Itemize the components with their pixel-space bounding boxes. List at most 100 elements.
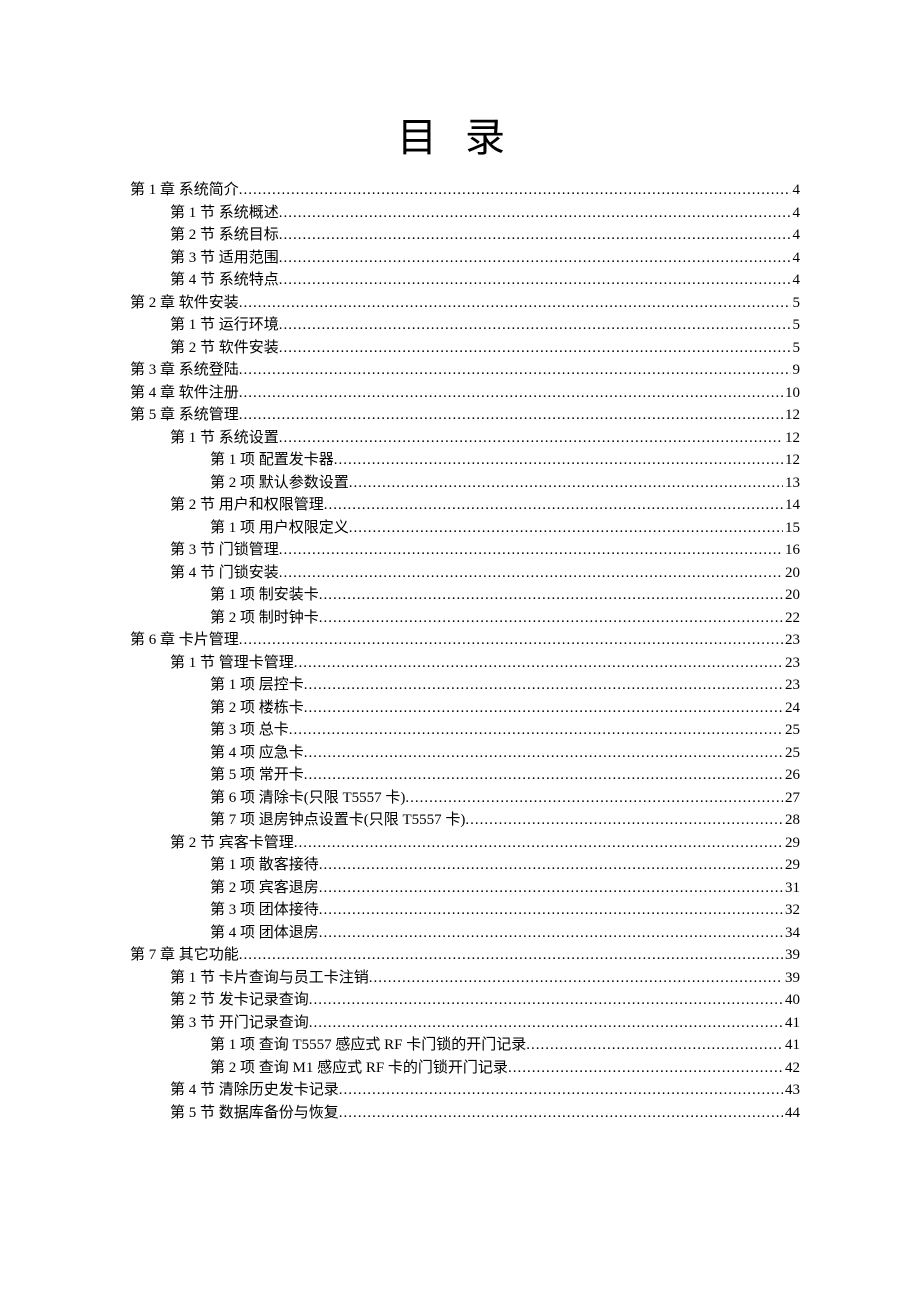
toc-entry: 第 4 项 应急卡25 — [130, 742, 800, 765]
toc-entry-page: 23 — [783, 629, 800, 652]
toc-entry-page: 27 — [783, 787, 800, 810]
toc-leader — [279, 562, 783, 585]
toc-entry-label: 第 1 项 用户权限定义 — [210, 517, 349, 540]
toc-entry: 第 2 节 系统目标4 — [130, 224, 800, 247]
toc-entry: 第 3 项 团体接待 32 — [130, 899, 800, 922]
toc-entry: 第 1 项 查询 T5557 感应式 RF 卡门锁的开门记录 41 — [130, 1034, 800, 1057]
toc-entry-label: 第 3 项 团体接待 — [210, 899, 319, 922]
toc-entry: 第 2 节 发卡记录查询 40 — [130, 989, 800, 1012]
toc-entry-page: 13 — [783, 472, 800, 495]
toc-entry-page: 43 — [783, 1079, 800, 1102]
toc-entry-label: 第 2 节 发卡记录查询 — [170, 989, 309, 1012]
toc-leader — [294, 652, 783, 675]
toc-leader — [319, 607, 783, 630]
toc-entry: 第 5 项 常开卡26 — [130, 764, 800, 787]
toc-leader — [239, 944, 783, 967]
toc-entry: 第 4 节 门锁安装20 — [130, 562, 800, 585]
toc-leader — [508, 1057, 783, 1080]
toc-entry-label: 第 7 章 其它功能 — [130, 944, 239, 967]
toc-entry-label: 第 4 节 清除历史发卡记录 — [170, 1079, 339, 1102]
toc-entry: 第 7 项 退房钟点设置卡(只限 T5557 卡)28 — [130, 809, 800, 832]
toc-leader — [319, 584, 783, 607]
toc-entry: 第 1 章 系统简介4 — [130, 179, 800, 202]
toc-entry: 第 1 项 制安装卡20 — [130, 584, 800, 607]
toc-entry-page: 4 — [791, 202, 801, 225]
toc-entry-label: 第 7 项 退房钟点设置卡(只限 T5557 卡) — [210, 809, 465, 832]
toc-entry: 第 3 节 开门记录查询41 — [130, 1012, 800, 1035]
toc-entry: 第 1 节 运行环境5 — [130, 314, 800, 337]
toc-leader — [465, 809, 783, 832]
toc-entry-page: 24 — [783, 697, 800, 720]
toc-leader — [309, 1012, 783, 1035]
toc-entry-label: 第 6 章 卡片管理 — [130, 629, 239, 652]
toc-entry: 第 1 节 管理卡管理 23 — [130, 652, 800, 675]
toc-entry-label: 第 3 项 总卡 — [210, 719, 289, 742]
toc-entry-page: 25 — [783, 742, 800, 765]
toc-entry: 第 2 项 宾客退房31 — [130, 877, 800, 900]
toc-entry-label: 第 6 项 清除卡(只限 T5557 卡) — [210, 787, 405, 810]
toc-entry-label: 第 1 节 管理卡管理 — [170, 652, 294, 675]
toc-entry-label: 第 1 节 卡片查询与员工卡注销 — [170, 967, 369, 990]
toc-entry-page: 12 — [783, 427, 800, 450]
toc-entry: 第 1 项 层控卡23 — [130, 674, 800, 697]
toc-entry: 第 2 项 默认参数设置 13 — [130, 472, 800, 495]
toc-entry-label: 第 2 节 软件安装 — [170, 337, 279, 360]
toc-leader — [239, 359, 791, 382]
toc-entry-page: 40 — [783, 989, 800, 1012]
toc-leader — [279, 224, 791, 247]
toc-entry-page: 12 — [783, 449, 800, 472]
toc-leader — [304, 764, 783, 787]
toc-entry-label: 第 3 节 门锁管理 — [170, 539, 279, 562]
toc-leader — [279, 427, 783, 450]
toc-entry-label: 第 2 项 宾客退房 — [210, 877, 319, 900]
toc-entry: 第 3 节 适用范围4 — [130, 247, 800, 270]
toc-leader — [319, 854, 783, 877]
toc-entry-page: 12 — [783, 404, 800, 427]
toc-entry-label: 第 3 节 适用范围 — [170, 247, 279, 270]
toc-leader — [309, 989, 783, 1012]
toc-leader — [279, 202, 791, 225]
toc-entry-page: 41 — [783, 1012, 800, 1035]
toc-entry-page: 26 — [783, 764, 800, 787]
toc-title: 目录 — [130, 105, 800, 163]
toc-leader — [239, 629, 783, 652]
toc-entry-label: 第 4 章 软件注册 — [130, 382, 239, 405]
toc-entry: 第 1 节 系统概述4 — [130, 202, 800, 225]
toc-entry: 第 5 节 数据库备份与恢复44 — [130, 1102, 800, 1125]
toc-entry-label: 第 2 项 默认参数设置 — [210, 472, 349, 495]
toc-list: 第 1 章 系统简介4第 1 节 系统概述4第 2 节 系统目标4第 3 节 适… — [130, 179, 800, 1124]
toc-entry: 第 2 项 查询 M1 感应式 RF 卡的门锁开门记录 42 — [130, 1057, 800, 1080]
toc-leader — [319, 922, 783, 945]
toc-entry-label: 第 1 项 散客接待 — [210, 854, 319, 877]
toc-entry: 第 2 节 用户和权限管理14 — [130, 494, 800, 517]
toc-leader — [304, 674, 783, 697]
toc-entry-label: 第 2 章 软件安装 — [130, 292, 239, 315]
toc-entry-page: 32 — [783, 899, 800, 922]
toc-entry-label: 第 2 节 系统目标 — [170, 224, 279, 247]
toc-leader — [289, 719, 783, 742]
toc-leader — [239, 404, 783, 427]
toc-entry: 第 1 项 用户权限定义 15 — [130, 517, 800, 540]
toc-leader — [339, 1079, 783, 1102]
toc-entry-page: 39 — [783, 967, 800, 990]
toc-entry-label: 第 5 节 数据库备份与恢复 — [170, 1102, 339, 1125]
toc-leader — [339, 1102, 783, 1125]
toc-entry-label: 第 3 章 系统登陆 — [130, 359, 239, 382]
toc-leader — [239, 179, 791, 202]
document-page: 目录 第 1 章 系统简介4第 1 节 系统概述4第 2 节 系统目标4第 3 … — [0, 0, 920, 1302]
toc-leader — [319, 899, 783, 922]
toc-leader — [239, 382, 783, 405]
toc-entry-page: 29 — [783, 854, 800, 877]
toc-entry-label: 第 2 节 宾客卡管理 — [170, 832, 294, 855]
toc-entry-page: 4 — [791, 179, 801, 202]
toc-entry-label: 第 2 项 楼栋卡 — [210, 697, 304, 720]
toc-entry-page: 29 — [783, 832, 800, 855]
toc-entry-page: 23 — [783, 652, 800, 675]
toc-entry: 第 1 节 系统设置12 — [130, 427, 800, 450]
toc-entry-page: 20 — [783, 562, 800, 585]
toc-entry-page: 15 — [783, 517, 800, 540]
toc-leader — [239, 292, 791, 315]
toc-entry: 第 2 节 宾客卡管理 29 — [130, 832, 800, 855]
toc-entry-label: 第 1 项 配置发卡器 — [210, 449, 334, 472]
toc-entry: 第 2 项 制时钟卡22 — [130, 607, 800, 630]
